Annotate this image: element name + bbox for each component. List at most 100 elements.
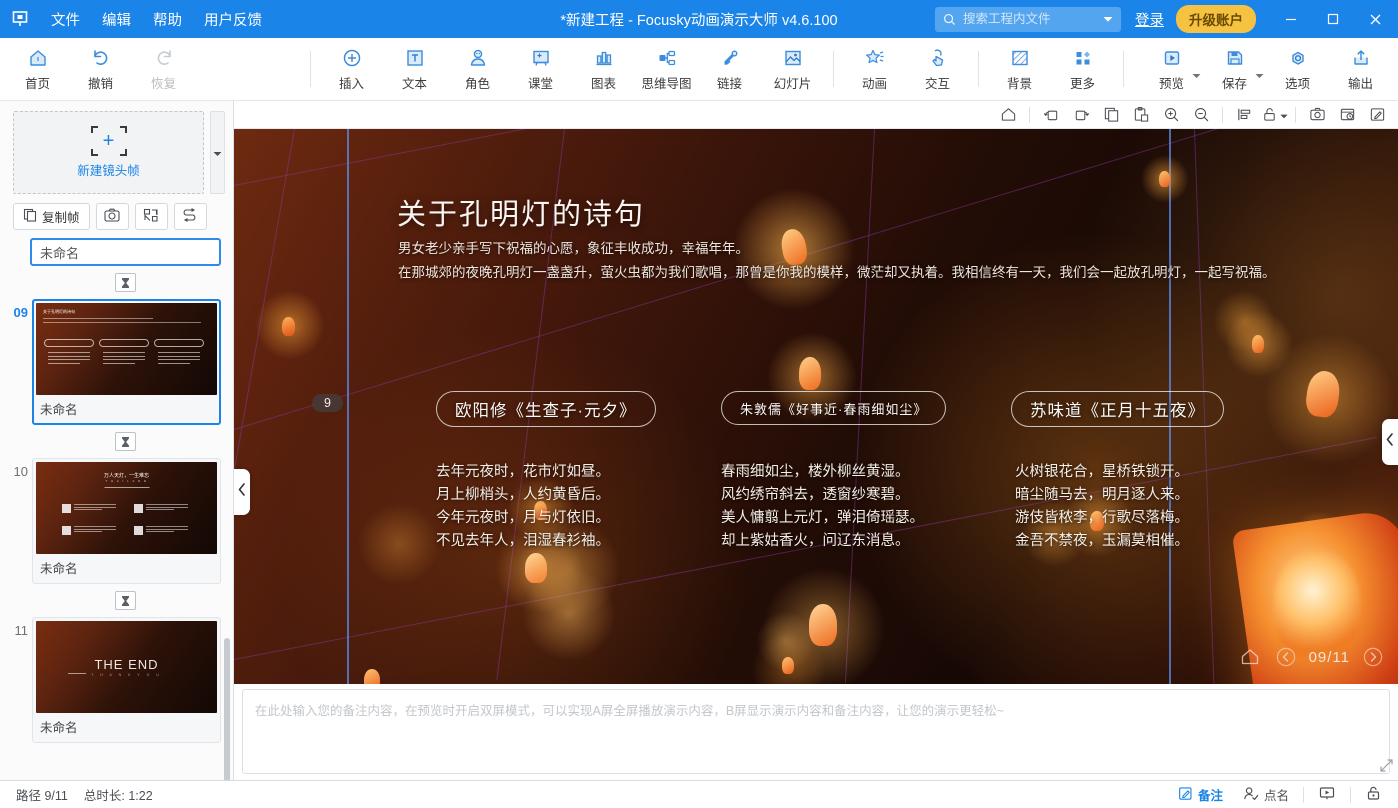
ribbon-export[interactable]: 输出 <box>1329 40 1392 98</box>
menu-help[interactable]: 帮助 <box>142 5 193 34</box>
lock-button[interactable] <box>1259 102 1289 128</box>
frame-transition-marker[interactable] <box>0 266 233 299</box>
frame-list[interactable]: 未命名 09 关于孔明灯的诗句 未命名 10 万人天灯，一生难忘 T H A I… <box>0 230 233 780</box>
chevron-down-icon[interactable] <box>1279 106 1288 124</box>
canvas-home-button[interactable] <box>993 102 1023 128</box>
editor-center: 关于孔明灯的诗句 男女老少亲手写下祝福的心愿，象征丰收成功，幸福年年。 在那城郊… <box>234 101 1398 780</box>
poem-column-3[interactable]: 苏味道《正月十五夜》 火树银花合，星桥铁锁开。 暗尘随马去，明月逐人来。 游伎皆… <box>1011 391 1224 553</box>
slide-canvas[interactable]: 关于孔明灯的诗句 男女老少亲手写下祝福的心愿，象征丰收成功，幸福年年。 在那城郊… <box>234 129 1398 684</box>
chevron-down-icon[interactable] <box>1192 66 1201 84</box>
slide-title[interactable]: 关于孔明灯的诗句 <box>397 191 645 233</box>
ribbon-interaction[interactable]: 交互 <box>906 40 969 98</box>
poem-title-1[interactable]: 欧阳修《生查子·元夕》 <box>436 391 656 427</box>
ribbon-slide-label: 幻灯片 <box>773 77 812 91</box>
search-box[interactable] <box>935 6 1121 32</box>
zoom-in-button[interactable] <box>1156 102 1186 128</box>
classroom-icon <box>530 46 552 70</box>
ribbon-slide[interactable]: 幻灯片 <box>761 40 824 98</box>
maximize-icon[interactable] <box>1312 0 1354 38</box>
roll-call-button[interactable]: 点名 <box>1233 782 1299 807</box>
ribbon-classroom-label: 课堂 <box>527 77 553 91</box>
lock-screen-button[interactable] <box>1355 783 1392 807</box>
rotate-right-button[interactable] <box>1066 102 1096 128</box>
poem-lines-1[interactable]: 去年元夜时，花市灯如昼。 月上柳梢头，人约黄昏后。 今年元夜时，月与灯依旧。 不… <box>436 461 656 553</box>
frame-row-10[interactable]: 10 万人天灯，一生难忘 T H A I L A N D 未命名 <box>0 458 233 584</box>
ribbon-save[interactable]: 保存 <box>1203 40 1266 98</box>
menu-feedback[interactable]: 用户反馈 <box>193 5 273 34</box>
poem-title-3[interactable]: 苏味道《正月十五夜》 <box>1011 391 1224 427</box>
ribbon-character[interactable]: 角色 <box>446 40 509 98</box>
frame-transition-marker-2[interactable] <box>0 425 233 458</box>
frame-row-09[interactable]: 09 关于孔明灯的诗句 未命名 <box>0 299 233 425</box>
poem-title-2[interactable]: 朱敦儒《好事近·春雨细如尘》 <box>721 391 947 425</box>
scrollbar-thumb[interactable] <box>224 638 230 780</box>
notes-input[interactable]: 在此处输入您的备注内容，在预览时开启双屏模式，可以实现A屏全屏播放演示内容，B屏… <box>242 689 1390 774</box>
chevron-left-circle-icon[interactable] <box>1273 644 1299 670</box>
ribbon-home[interactable]: 首页 <box>6 40 69 98</box>
hourglass-icon[interactable] <box>115 591 136 610</box>
ribbon-insert[interactable]: 插入 <box>320 40 383 98</box>
screenshot-button[interactable] <box>1302 102 1332 128</box>
new-frame-button[interactable]: + 新建镜头帧 <box>13 111 204 194</box>
resize-handle-icon[interactable] <box>1380 759 1393 777</box>
search-input[interactable] <box>963 12 1096 26</box>
frame-card-10[interactable]: 万人天灯，一生难忘 T H A I L A N D 未命名 <box>32 458 221 584</box>
minimize-icon[interactable] <box>1270 0 1312 38</box>
ribbon-chart[interactable]: 图表 <box>572 40 635 98</box>
slide-subtitle-1[interactable]: 男女老少亲手写下祝福的心愿，象征丰收成功，幸福年年。 <box>398 237 749 257</box>
fit-frame-button[interactable] <box>134 203 168 230</box>
frame-transition-marker-3[interactable] <box>0 584 233 617</box>
ribbon-link[interactable]: 链接 <box>698 40 761 98</box>
edit-button[interactable] <box>1362 102 1392 128</box>
duplicate-frame-button[interactable]: 复制帧 <box>13 203 90 230</box>
rotate-left-button[interactable] <box>1036 102 1066 128</box>
poem-column-1[interactable]: 欧阳修《生查子·元夕》 去年元夜时，花市灯如昼。 月上柳梢头，人约黄昏后。 今年… <box>436 391 656 553</box>
copy-button[interactable] <box>1096 102 1126 128</box>
frame-row-11[interactable]: 11 THE END T H A N K Y O U 未命名 <box>0 617 233 743</box>
ribbon-options[interactable]: 选项 <box>1266 40 1329 98</box>
ribbon-redo[interactable]: 恢复 <box>132 40 195 98</box>
frame-card-11[interactable]: THE END T H A N K Y O U 未命名 <box>32 617 221 743</box>
poem-column-2[interactable]: 朱敦儒《好事近·春雨细如尘》 春雨细如尘，楼外柳丝黄湿。 风约绣帘斜去，透窗纱寒… <box>721 391 947 553</box>
capture-frame-button[interactable] <box>95 203 129 230</box>
hand-pointer-icon <box>927 46 949 70</box>
ribbon-classroom[interactable]: 课堂 <box>509 40 572 98</box>
menu-edit[interactable]: 编辑 <box>91 5 142 34</box>
close-icon[interactable] <box>1354 0 1396 38</box>
zoom-out-button[interactable] <box>1186 102 1216 128</box>
home-outline-icon[interactable] <box>1237 644 1263 670</box>
ribbon-text[interactable]: 文本 <box>383 40 446 98</box>
ribbon-undo[interactable]: 撤销 <box>69 40 132 98</box>
align-button[interactable] <box>1229 102 1259 128</box>
poem-lines-2[interactable]: 春雨细如尘，楼外柳丝黄湿。 风约绣帘斜去，透窗纱寒碧。 美人慵翦上元灯，弹泪倚瑶… <box>721 461 946 553</box>
login-link[interactable]: 登录 <box>1135 9 1164 30</box>
chevron-down-icon[interactable] <box>1103 10 1113 28</box>
frame-name-input[interactable]: 未命名 <box>30 238 221 266</box>
upgrade-account-button[interactable]: 升级账户 <box>1176 5 1256 33</box>
notes-toggle-button[interactable]: 备注 <box>1168 782 1233 807</box>
frame-index-badge[interactable]: 9 <box>312 394 343 412</box>
presentation-mode-button[interactable] <box>1308 783 1346 807</box>
reorder-path-button[interactable] <box>173 203 207 230</box>
chevron-right-circle-icon[interactable] <box>1360 644 1386 670</box>
ribbon-animation[interactable]: 动画 <box>843 40 906 98</box>
frame-list-scrollbar[interactable] <box>223 238 231 780</box>
character-icon <box>467 46 489 70</box>
poem-lines-3[interactable]: 火树银花合，星桥铁锁开。 暗尘随马去，明月逐人来。 游伎皆秾李，行歌尽落梅。 金… <box>1015 461 1224 553</box>
chevron-down-icon[interactable] <box>1255 66 1264 84</box>
frame-card-09[interactable]: 关于孔明灯的诗句 未命名 <box>32 299 221 425</box>
hourglass-icon[interactable] <box>115 273 136 292</box>
ribbon-preview[interactable]: 预览 <box>1140 40 1203 98</box>
history-button[interactable] <box>1332 102 1362 128</box>
ribbon-more[interactable]: 更多 <box>1051 40 1114 98</box>
menu-file[interactable]: 文件 <box>40 5 91 34</box>
hourglass-icon[interactable] <box>115 432 136 451</box>
collapse-left-panel-button[interactable] <box>234 469 250 515</box>
paste-button[interactable] <box>1126 102 1156 128</box>
slide-subtitle-2[interactable]: 在那城郊的夜晚孔明灯一盏盏升，萤火虫都为我们歌唱，那曾是你我的模样，微茫却又执着… <box>398 261 1276 281</box>
ribbon-mindmap[interactable]: 思维导图 <box>635 40 698 98</box>
collapse-right-panel-button[interactable] <box>1382 419 1398 465</box>
poem-line: 火树银花合，星桥铁锁开。 <box>1015 464 1189 480</box>
frames-scroll-down-button[interactable] <box>210 111 225 194</box>
ribbon-background[interactable]: 背景 <box>988 40 1051 98</box>
